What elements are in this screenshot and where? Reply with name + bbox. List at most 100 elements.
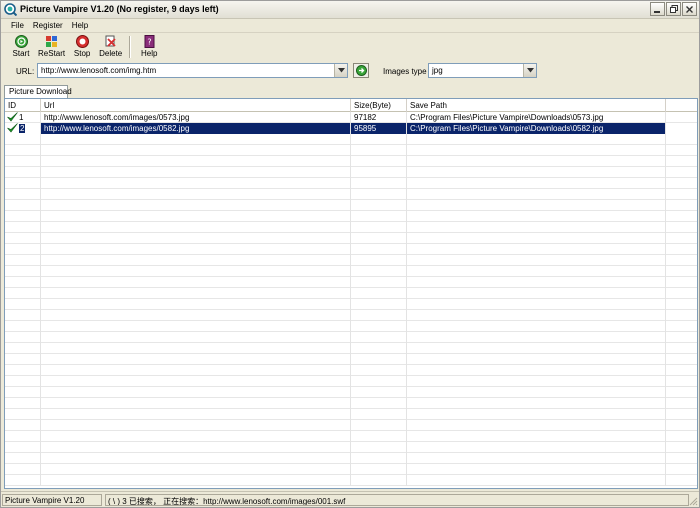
tab-picture-download[interactable]: Picture Download	[4, 85, 72, 98]
table-row[interactable]: 2 http://www.lenosoft.com/images/0582.jpg…	[5, 123, 697, 134]
cell-empty	[666, 134, 697, 145]
empty-row	[5, 145, 697, 156]
cell-empty	[666, 112, 697, 123]
cell-empty	[666, 255, 697, 266]
images-type-value: jpg	[432, 66, 443, 75]
help-button[interactable]: ? Help	[135, 34, 163, 60]
url-dropdown-button[interactable]	[334, 64, 347, 77]
menu-help[interactable]: Help	[68, 19, 93, 32]
cell-id	[5, 442, 41, 453]
cell-size	[351, 134, 407, 145]
cell-empty	[666, 167, 697, 178]
restart-button[interactable]: ReStart	[35, 34, 68, 60]
cell-url	[41, 387, 351, 398]
cell-size	[351, 222, 407, 233]
go-button[interactable]	[353, 63, 369, 78]
cell-save-path	[407, 464, 666, 475]
cell-size	[351, 442, 407, 453]
chevron-down-icon	[526, 68, 534, 73]
cell-id	[5, 354, 41, 365]
column-header-size[interactable]: Size(Byte)	[351, 99, 407, 112]
cell-empty	[666, 343, 697, 354]
cell-save-path	[407, 222, 666, 233]
title-bar[interactable]: Picture Vampire V1.20 (No register, 9 da…	[1, 1, 699, 19]
cell-size	[351, 277, 407, 288]
status-bar: Picture Vampire V1.20 ( \ ) 3 已搜索， 正在搜索：…	[1, 491, 699, 507]
empty-row	[5, 222, 697, 233]
cell-empty	[666, 464, 697, 475]
empty-row	[5, 277, 697, 288]
cell-save-path	[407, 332, 666, 343]
empty-row	[5, 387, 697, 398]
empty-row	[5, 420, 697, 431]
start-button[interactable]: Start	[7, 34, 35, 60]
cell-id	[5, 189, 41, 200]
maximize-button[interactable]	[666, 2, 681, 16]
close-button[interactable]	[682, 2, 697, 16]
cell-url	[41, 332, 351, 343]
cell-size	[351, 343, 407, 354]
cell-id: 2	[5, 123, 41, 134]
cell-url	[41, 398, 351, 409]
empty-row	[5, 310, 697, 321]
cell-save-path	[407, 167, 666, 178]
download-list: ID Url Size(Byte) Save Path 1 http://www.…	[4, 98, 698, 489]
minimize-button[interactable]	[650, 2, 665, 16]
cell-size	[351, 453, 407, 464]
cell-url	[41, 266, 351, 277]
resize-grip-icon[interactable]	[688, 496, 698, 506]
cell-url	[41, 376, 351, 387]
cell-empty	[666, 442, 697, 453]
cell-id	[5, 321, 41, 332]
cell-id	[5, 266, 41, 277]
cell-url	[41, 420, 351, 431]
menu-register[interactable]: Register	[29, 19, 68, 32]
cell-url	[41, 365, 351, 376]
cell-save-path	[407, 420, 666, 431]
cell-size	[351, 464, 407, 475]
empty-row	[5, 431, 697, 442]
table-row[interactable]: 1 http://www.lenosoft.com/images/0573.jpg…	[5, 112, 697, 123]
empty-row	[5, 200, 697, 211]
cell-size	[351, 266, 407, 277]
cell-id	[5, 277, 41, 288]
cell-id	[5, 398, 41, 409]
stop-button[interactable]: Stop	[68, 34, 96, 60]
column-header-id[interactable]: ID	[5, 99, 41, 112]
cell-empty	[666, 288, 697, 299]
url-combobox[interactable]: http://www.lenosoft.com/img.htm	[37, 63, 348, 78]
cell-id	[5, 222, 41, 233]
cell-id	[5, 167, 41, 178]
empty-row	[5, 244, 697, 255]
row-id: 2	[19, 124, 26, 133]
empty-row	[5, 343, 697, 354]
cell-size	[351, 211, 407, 222]
cell-save-path	[407, 134, 666, 145]
cell-url	[41, 233, 351, 244]
cell-save-path	[407, 299, 666, 310]
images-type-select[interactable]: jpg	[428, 63, 537, 78]
restore-icon	[669, 5, 678, 13]
images-type-dropdown-button[interactable]	[523, 64, 536, 77]
delete-button[interactable]: Delete	[96, 34, 125, 60]
cell-save-path: C:\Program Files\Picture Vampire\Downloa…	[407, 112, 666, 123]
empty-row	[5, 398, 697, 409]
cell-empty	[666, 376, 697, 387]
cell-id	[5, 145, 41, 156]
empty-row	[5, 475, 697, 486]
cell-id	[5, 409, 41, 420]
cell-url	[41, 167, 351, 178]
cell-size	[351, 420, 407, 431]
column-header-save-path[interactable]: Save Path	[407, 99, 666, 112]
cell-url	[41, 156, 351, 167]
cell-empty	[666, 222, 697, 233]
cell-save-path	[407, 244, 666, 255]
cell-url	[41, 431, 351, 442]
cell-save-path	[407, 211, 666, 222]
column-header-url[interactable]: Url	[41, 99, 351, 112]
cell-save-path	[407, 156, 666, 167]
menu-file[interactable]: File	[7, 19, 29, 32]
cell-url	[41, 222, 351, 233]
cell-size	[351, 332, 407, 343]
cell-size	[351, 321, 407, 332]
